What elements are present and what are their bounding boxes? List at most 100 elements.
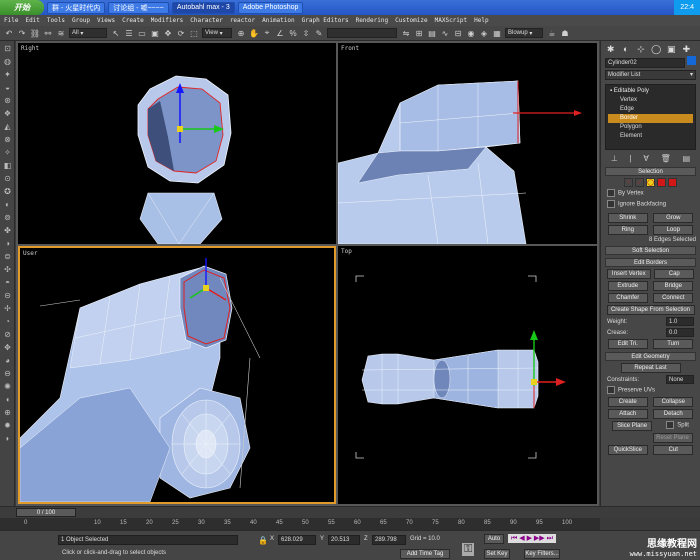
display-tab-icon[interactable]: ▣ bbox=[666, 44, 677, 54]
tool-icon[interactable]: ⊝ bbox=[2, 291, 13, 301]
track-bar[interactable]: 0 10 15 20 25 30 35 40 45 50 55 60 65 70… bbox=[0, 518, 600, 530]
preserve-uvs-checkbox[interactable]: Preserve UVs bbox=[607, 386, 694, 395]
turn-button[interactable]: Turn bbox=[653, 339, 694, 349]
tool-icon[interactable]: ◑ bbox=[2, 239, 13, 249]
z-coordinate-field[interactable]: 289.798 bbox=[372, 535, 406, 545]
menu-modifiers[interactable]: Modifiers bbox=[151, 17, 184, 24]
schematic-view-icon[interactable]: ⊟ bbox=[453, 28, 463, 38]
tool-icon[interactable]: ✧ bbox=[2, 148, 13, 158]
snap-toggle-icon[interactable]: ⌖ bbox=[262, 28, 272, 38]
constraints-dropdown[interactable]: None bbox=[666, 375, 694, 384]
tool-icon[interactable]: ⊚ bbox=[2, 213, 13, 223]
tool-icon[interactable]: ⊙ bbox=[2, 174, 13, 184]
tool-icon[interactable]: ✦ bbox=[2, 70, 13, 80]
ring-button[interactable]: Ring bbox=[607, 225, 648, 235]
repeat-last-button[interactable]: Repeat Last bbox=[620, 363, 681, 373]
render-setup-icon[interactable]: ◈ bbox=[479, 28, 489, 38]
tool-icon[interactable]: ✢ bbox=[2, 304, 13, 314]
border-subobj-icon[interactable]: ◯ bbox=[646, 178, 655, 187]
select-by-name-icon[interactable]: ☰ bbox=[124, 28, 134, 38]
tool-icon[interactable]: ✥ bbox=[2, 343, 13, 353]
auto-key-button[interactable]: Auto bbox=[484, 534, 504, 544]
render-preset-dropdown[interactable]: Blowup ▾ bbox=[505, 28, 543, 38]
motion-tab-icon[interactable]: ◯ bbox=[651, 44, 662, 54]
viewport-user-active[interactable]: User bbox=[18, 246, 336, 504]
tool-icon[interactable]: ◕ bbox=[2, 356, 13, 366]
attach-button[interactable]: Attach bbox=[607, 409, 648, 419]
align-icon[interactable]: ⊞ bbox=[414, 28, 424, 38]
selection-filter-dropdown[interactable]: All ▾ bbox=[69, 28, 107, 38]
quick-render-icon[interactable]: ☕ bbox=[547, 28, 557, 38]
menu-tools[interactable]: Tools bbox=[47, 17, 65, 24]
layer-manager-icon[interactable]: ▤ bbox=[427, 28, 437, 38]
reference-coordinate-dropdown[interactable]: View ▾ bbox=[202, 28, 232, 38]
select-rotate-icon[interactable]: ⟳ bbox=[176, 28, 186, 38]
tool-icon[interactable]: ⊖ bbox=[2, 369, 13, 379]
stack-item-element[interactable]: Element bbox=[608, 132, 693, 141]
tool-icon[interactable]: ✣ bbox=[2, 265, 13, 275]
menu-edit[interactable]: Edit bbox=[25, 17, 39, 24]
tool-icon[interactable]: ◐ bbox=[2, 200, 13, 210]
tool-icon[interactable]: ⊛ bbox=[2, 96, 13, 106]
tool-icon[interactable]: ◍ bbox=[2, 57, 13, 67]
taskbar-item[interactable]: 群 - 火星时代内 bbox=[47, 1, 106, 14]
loop-button[interactable]: Loop bbox=[653, 225, 694, 235]
tool-icon[interactable]: ✹ bbox=[2, 421, 13, 431]
show-end-result-icon[interactable]: | bbox=[630, 154, 632, 164]
window-crossing-icon[interactable]: ▣ bbox=[150, 28, 160, 38]
by-vertex-checkbox[interactable]: By Vertex bbox=[607, 189, 694, 198]
time-slider[interactable]: 0 / 100 bbox=[16, 508, 76, 517]
taskbar-item[interactable]: Adobe Photoshop bbox=[237, 1, 304, 14]
menu-animation[interactable]: Animation bbox=[262, 17, 295, 24]
set-key-button[interactable]: Set Key bbox=[484, 549, 510, 559]
tool-icon[interactable]: ⊕ bbox=[2, 408, 13, 418]
menu-maxscript[interactable]: MAXScript bbox=[435, 17, 468, 24]
split-checkbox[interactable]: Split bbox=[666, 421, 689, 430]
start-button[interactable]: 开始 bbox=[0, 0, 44, 15]
tool-icon[interactable]: ◖ bbox=[2, 395, 13, 405]
pin-stack-icon[interactable]: ⊥ bbox=[611, 154, 618, 164]
tool-icon[interactable]: ◧ bbox=[2, 161, 13, 171]
menu-help[interactable]: Help bbox=[474, 17, 488, 24]
collapse-button[interactable]: Collapse bbox=[653, 397, 694, 407]
utilities-tab-icon[interactable]: ✚ bbox=[681, 44, 692, 54]
tool-icon[interactable]: ◒ bbox=[2, 83, 13, 93]
menu-group[interactable]: Group bbox=[72, 17, 90, 24]
detach-button[interactable]: Detach bbox=[653, 409, 694, 419]
redo-icon[interactable]: ↷ bbox=[17, 28, 27, 38]
edge-subobj-icon[interactable]: ⟋ bbox=[635, 178, 644, 187]
make-unique-icon[interactable]: ∀ bbox=[643, 154, 648, 164]
menu-views[interactable]: Views bbox=[97, 17, 115, 24]
curve-editor-icon[interactable]: ∿ bbox=[440, 28, 450, 38]
element-subobj-icon[interactable] bbox=[668, 178, 677, 187]
object-name-field[interactable]: Cylinder02 bbox=[605, 58, 685, 68]
viewport-top[interactable]: Top bbox=[338, 246, 597, 504]
tool-icon[interactable]: ⊜ bbox=[2, 252, 13, 262]
tool-icon[interactable]: ✪ bbox=[2, 187, 13, 197]
create-button[interactable]: Create bbox=[607, 397, 648, 407]
shrink-button[interactable]: Shrink bbox=[607, 213, 648, 223]
tool-icon[interactable]: ◗ bbox=[2, 434, 13, 444]
vertex-subobj-icon[interactable]: ⁘ bbox=[624, 178, 633, 187]
stack-item-edge[interactable]: Edge bbox=[608, 105, 693, 114]
create-tab-icon[interactable]: ✱ bbox=[605, 44, 616, 54]
taskbar-item-active[interactable]: Autobahl max - 3 bbox=[171, 1, 235, 14]
rollout-selection-header[interactable]: Selection bbox=[605, 167, 696, 176]
menu-character[interactable]: Character bbox=[190, 17, 223, 24]
tool-icon[interactable]: ❖ bbox=[2, 109, 13, 119]
menu-reactor[interactable]: reactor bbox=[230, 17, 255, 24]
remove-modifier-icon[interactable]: 🗑 bbox=[661, 154, 671, 164]
undo-icon[interactable]: ↶ bbox=[4, 28, 14, 38]
rollout-edit-geometry-header[interactable]: Edit Geometry bbox=[605, 352, 696, 361]
tool-icon[interactable]: ◔ bbox=[2, 317, 13, 327]
grow-button[interactable]: Grow bbox=[653, 213, 694, 223]
slice-plane-button[interactable]: Slice Plane bbox=[612, 421, 653, 431]
viewport-front[interactable]: Front bbox=[338, 43, 597, 244]
menu-file[interactable]: File bbox=[4, 17, 18, 24]
chamfer-button[interactable]: Chamfer bbox=[607, 293, 648, 303]
tool-icon[interactable]: ⊘ bbox=[2, 330, 13, 340]
mirror-icon[interactable]: ⇋ bbox=[401, 28, 411, 38]
modify-tab-icon[interactable]: ◐ bbox=[620, 44, 631, 54]
modifier-list-dropdown[interactable]: Modifier List ▾ bbox=[605, 70, 696, 80]
lock-icon[interactable]: 🔒 bbox=[258, 536, 268, 545]
